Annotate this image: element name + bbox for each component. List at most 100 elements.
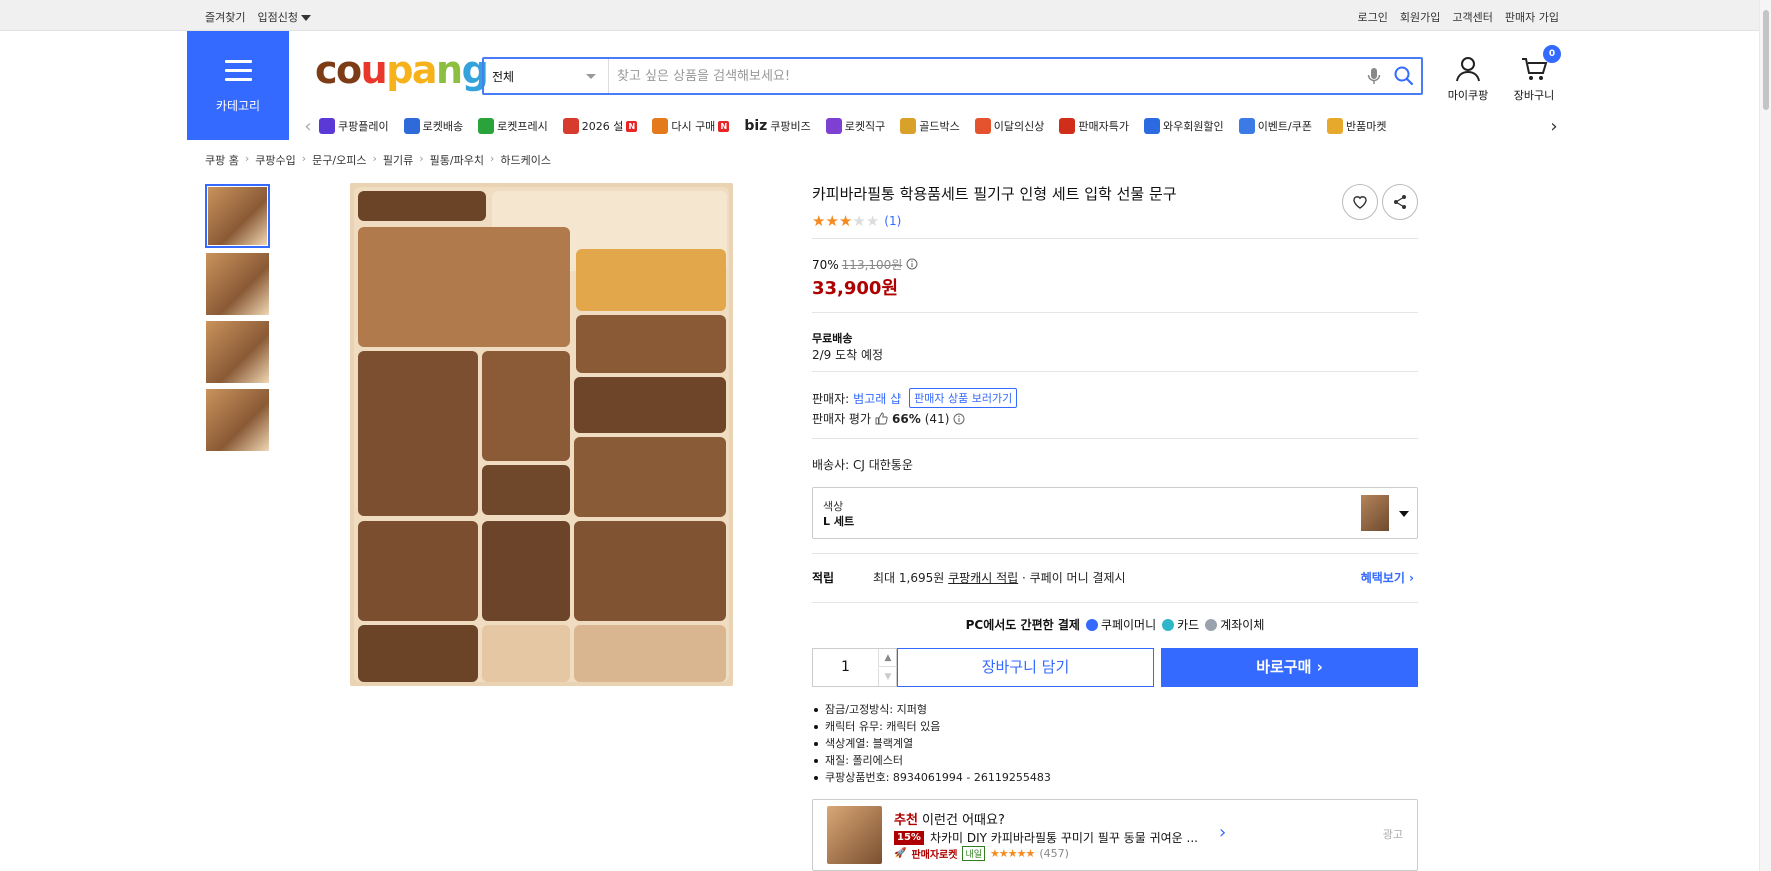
star-icons: ★★★★★ — [812, 212, 879, 230]
review-count[interactable]: (1) — [884, 214, 901, 228]
wishlist-heart-icon[interactable] — [1342, 184, 1378, 220]
nav-item-4[interactable]: 다시 구매 N — [652, 118, 730, 134]
share-icon[interactable] — [1382, 184, 1418, 220]
page-scrollbar[interactable] — [1759, 0, 1771, 871]
quantity-up-icon[interactable]: ▲ — [878, 649, 897, 667]
carrier: 배송사: CJ 대한통운 — [812, 458, 913, 472]
mycoupang-button[interactable]: 마이쿠팡 — [1445, 54, 1491, 103]
star-icon: ★ — [865, 212, 880, 230]
quantity-down-icon[interactable]: ▼ — [878, 668, 897, 686]
breadcrumb-item[interactable]: 필기류 — [383, 152, 413, 168]
nav-item-label: 이벤트/쿠폰 — [1257, 120, 1312, 133]
search-icon[interactable] — [1387, 59, 1421, 93]
nav-item-1[interactable]: 로켓배송 — [403, 118, 463, 134]
coupang-cash-link[interactable]: 쿠팡캐시 적립 — [948, 571, 1018, 585]
chevron-down-icon — [1399, 511, 1409, 517]
thumbnail-image — [208, 187, 267, 245]
login-link[interactable]: 로그인 — [1358, 9, 1388, 25]
breadcrumb-item[interactable]: 문구/오피스 — [312, 152, 366, 168]
option-swatch-image — [1361, 495, 1389, 531]
nav-item-8[interactable]: 이달의신상 — [974, 118, 1044, 134]
thumbnail[interactable] — [205, 184, 270, 248]
customer-center-link[interactable]: 고객센터 — [1452, 9, 1492, 25]
nav-item-9[interactable]: 판매자특가 — [1059, 118, 1129, 134]
payment-method: 카드 — [1162, 616, 1199, 633]
nav-item-10[interactable]: 와우회원할인 — [1143, 118, 1224, 134]
nav-item-label: 판매자특가 — [1078, 120, 1129, 133]
payment-method-label: 계좌이체 — [1220, 618, 1265, 632]
chevron-right-icon: › — [301, 152, 307, 165]
bookmark-link[interactable]: 즐겨찾기 — [205, 9, 245, 25]
quantity-input[interactable]: 1 — [813, 659, 878, 675]
shipping-type: 무료배송 — [812, 332, 853, 345]
main-product-image[interactable] — [350, 183, 733, 686]
chevron-right-icon: › — [489, 152, 495, 165]
nav-item-3[interactable]: 2026 설N — [562, 118, 638, 134]
benefits-link[interactable]: 혜택보기 › — [1361, 569, 1414, 586]
nav-item-2[interactable]: 로켓프레시 — [478, 118, 548, 134]
tomorrow-badge: 내일 — [962, 846, 986, 861]
divider — [812, 312, 1418, 313]
thumbnail-image — [206, 321, 269, 383]
rating-stars[interactable]: ★★★★★ (1) — [812, 212, 901, 230]
ad-label: 광고 — [1382, 828, 1403, 841]
chevron-right-icon[interactable]: › — [1219, 822, 1226, 843]
seller-products-button[interactable]: 판매자 상품 보러가기 — [909, 388, 1018, 408]
thumbnail[interactable] — [205, 388, 270, 452]
microphone-icon[interactable] — [1361, 63, 1387, 89]
recommend-product-image[interactable] — [827, 806, 882, 864]
buy-now-button[interactable]: 바로구매 › — [1161, 648, 1418, 687]
attribute-item: 쿠팡상품번호: 8934061994 - 26119255483 — [812, 769, 1051, 786]
thumbnail[interactable] — [205, 252, 270, 316]
seller-apply-link[interactable]: 입점신청 — [257, 9, 311, 25]
option-value: L 세트 — [823, 515, 855, 528]
chevron-right-icon: › — [419, 152, 424, 165]
info-icon[interactable] — [953, 413, 965, 425]
recommend-title[interactable]: 차카미 DIY 카피바라필통 꾸미기 필꾸 동물 귀여운 ... — [930, 829, 1198, 846]
chevron-down-icon — [300, 15, 311, 21]
nav-item-12[interactable]: 반품마켓 — [1327, 118, 1386, 134]
search-bar: 전체 — [482, 57, 1423, 95]
search-scope-select[interactable]: 전체 — [484, 59, 609, 93]
goldbox-icon — [900, 118, 917, 134]
bag-icon — [974, 118, 991, 134]
nav-prev-arrow-icon[interactable]: ‹ — [297, 116, 319, 137]
breadcrumb-item[interactable]: 쿠팡 홈 — [205, 152, 239, 168]
seller-name-link[interactable]: 범고래 샵 — [853, 390, 901, 407]
original-price: 113,100원 — [841, 258, 903, 272]
chevron-right-icon: › — [244, 152, 250, 165]
nav-item-11[interactable]: 이벤트/쿠폰 — [1238, 118, 1312, 134]
breadcrumb-item[interactable]: 하드케이스 — [500, 152, 551, 168]
cart-button[interactable]: 장바구니 0 — [1509, 45, 1561, 103]
seller-signup-link[interactable]: 판매자 가입 — [1505, 9, 1559, 25]
nav-item-0[interactable]: 쿠팡플레이 — [319, 118, 389, 134]
breadcrumb-item[interactable]: 쿠팡수입 — [255, 152, 295, 168]
divider — [812, 238, 1418, 239]
attribute-item: 재질: 폴리에스터 — [812, 752, 1051, 769]
nav-next-arrow-icon[interactable]: › — [1543, 116, 1565, 137]
search-input[interactable] — [609, 59, 1361, 93]
seller-rating-row: 판매자 평가 66% (41) — [812, 410, 965, 427]
option-select[interactable]: 색상 L 세트 — [812, 487, 1418, 539]
nav-item-7[interactable]: 골드박스 — [900, 118, 960, 134]
category-button[interactable]: 카테고리 — [187, 31, 289, 140]
nav-item-6[interactable]: 로켓직구 — [825, 118, 886, 134]
add-to-cart-button[interactable]: 장바구니 담기 — [897, 648, 1154, 687]
nav-item-label: 로켓직구 — [844, 120, 886, 133]
option-label: 색상 — [823, 500, 844, 513]
star-icon: ★ — [825, 212, 839, 230]
payment-title: PC에서도 간편한 결제 — [965, 618, 1080, 632]
breadcrumb-item[interactable]: 필통/파우치 — [430, 152, 484, 168]
attribute-item: 캐릭터 유무: 캐릭터 있음 — [812, 718, 1051, 735]
nav-item-label: 2026 설 — [581, 120, 624, 133]
nav-item-5[interactable]: biz 쿠팡비즈 — [744, 118, 810, 134]
thumbnail-image — [206, 253, 269, 315]
coupang-logo[interactable]: coupang — [315, 48, 489, 92]
signup-link[interactable]: 회원가입 — [1400, 9, 1440, 25]
scrollbar-thumb[interactable] — [1763, 10, 1769, 110]
mycoupang-label: 마이쿠팡 — [1447, 89, 1489, 102]
info-icon[interactable] — [906, 258, 918, 270]
seller-label: 판매자: — [812, 391, 850, 406]
thumbnail[interactable] — [205, 320, 270, 384]
recommend-card[interactable]: 추천 이런건 어때요? 15% 차카미 DIY 카피바라필통 꾸미기 필꾸 동물… — [812, 799, 1418, 871]
